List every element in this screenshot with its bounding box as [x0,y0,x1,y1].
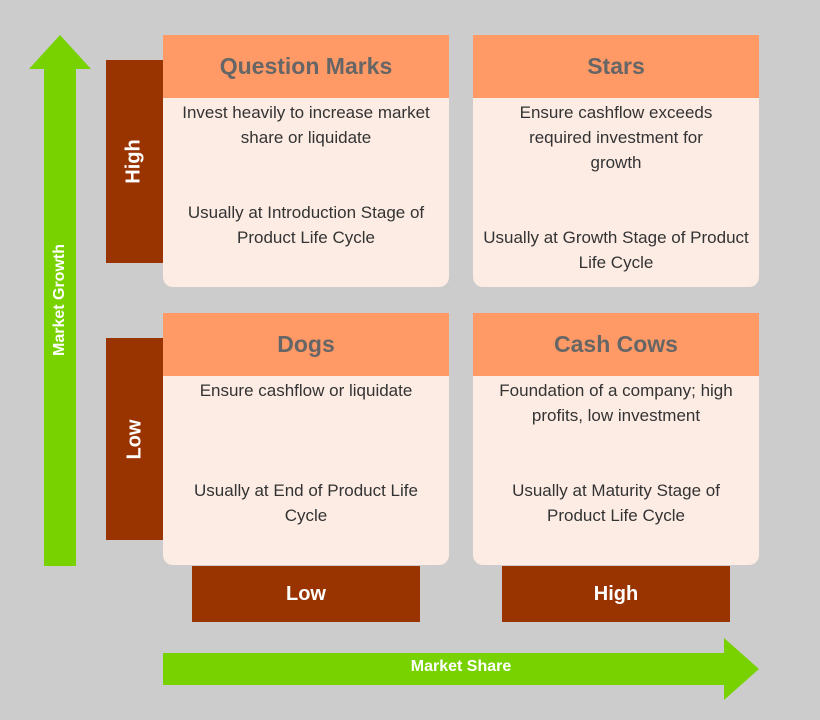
quadrant-title: Stars [473,35,759,98]
y-level-high: High [106,60,163,263]
quadrant-strategy: Invest heavily to increase market share … [182,103,430,147]
x-level-high: High [502,566,730,622]
quadrant-title: Cash Cows [473,313,759,376]
quadrant-title: Question Marks [163,35,449,98]
quadrant-stage: Usually at Growth Stage of Product Life … [483,228,749,272]
quadrant-stars: Stars Ensure cashflow exceeds required i… [473,35,759,287]
y-level-low: Low [106,338,163,540]
quadrant-cash-cows: Cash Cows Foundation of a company; high … [473,313,759,565]
x-level-low: Low [192,566,420,622]
quadrant-stage: Usually at Maturity Stage of Product Lif… [512,481,720,525]
quadrant-dogs: Dogs Ensure cashflow or liquidate Usuall… [163,313,449,565]
market-share-label: Market Share [410,658,512,675]
market-growth-label: Market Growth [51,243,68,357]
x-level-high-label: High [593,582,639,605]
y-level-low-label: Low [123,419,145,459]
y-level-high-label: High [123,139,145,184]
quadrant-strategy: Foundation of a company; high profits, l… [499,381,733,425]
quadrant-stage: Usually at End of Product Life Cycle [194,481,418,525]
quadrant-title: Dogs [163,313,449,376]
quadrant-question-marks: Question Marks Invest heavily to increas… [163,35,449,287]
quadrant-stage: Usually at Introduction Stage of Product… [187,203,425,247]
quadrant-strategy: Ensure cashflow or liquidate [199,381,413,400]
quadrant-strategy: Ensure cashflow exceeds required investm… [519,103,713,172]
x-level-low-label: Low [286,582,326,605]
